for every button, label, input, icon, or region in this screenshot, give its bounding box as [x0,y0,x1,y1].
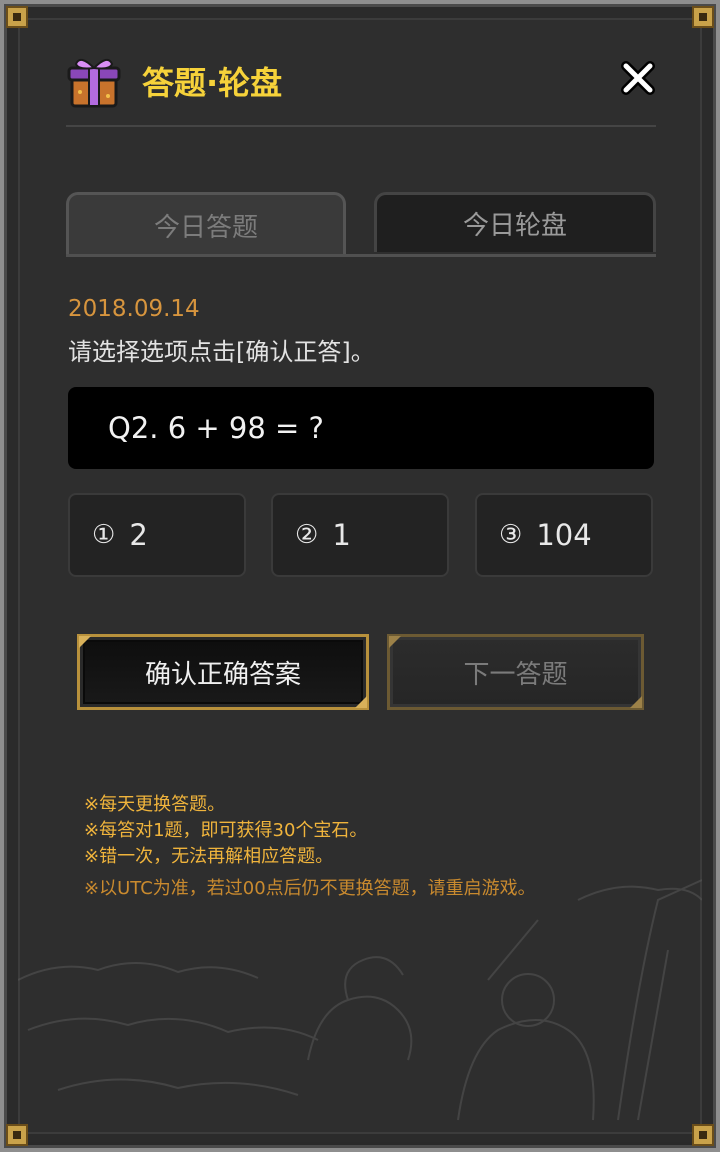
button-corner-ornament [389,636,401,648]
note-line: ※错一次，无法再解相应答题。 [84,846,334,867]
dialog-title: 答题·轮盘 [142,64,283,102]
question-text: Q2. 6 + 98 = ? [108,411,324,445]
answer-option-3[interactable]: ③ 104 [475,493,653,577]
button-corner-ornament [630,696,642,708]
tab-divider [66,254,656,257]
tab-daily-roulette[interactable]: 今日轮盘 [374,192,656,252]
answer-option-1[interactable]: ① 2 [68,493,246,577]
option-value: 104 [536,518,592,552]
tab-daily-quiz[interactable]: 今日答题 [66,192,346,256]
option-value: 1 [332,518,351,552]
answer-option-2[interactable]: ② 1 [271,493,449,577]
option-marker: ③ [499,520,523,550]
frame-corner-ornament [692,6,714,28]
gift-box-icon [67,58,121,108]
dialog-header: 答题·轮盘 [66,50,656,127]
option-marker: ① [92,520,116,550]
close-icon[interactable] [620,60,656,96]
option-marker: ② [295,520,319,550]
option-value: 2 [129,518,148,552]
note-line: ※每答对1题，即可获得30个宝石。 [84,820,368,841]
confirm-answer-label: 确认正确答案 [144,659,301,690]
quiz-instruction: 请选择选项点击[确认正答]。 [68,338,375,366]
button-corner-ornament [355,696,367,708]
question-box: Q2. 6 + 98 = ? [68,387,654,469]
next-question-label: 下一答题 [463,659,568,690]
quiz-date: 2018.09.14 [68,296,200,322]
note-line: ※以UTC为准，若过00点后仍不更换答题，请重启游戏。 [84,878,536,899]
rules-notes: ※每天更换答题。 ※每答对1题，即可获得30个宝石。 ※错一次，无法再解相应答题… [84,792,536,902]
note-line: ※每天更换答题。 [84,794,226,815]
frame-corner-ornament [6,6,28,28]
next-question-button[interactable]: 下一答题 [387,634,644,710]
confirm-answer-button[interactable]: 确认正确答案 [77,634,369,710]
button-corner-ornament [79,636,91,648]
